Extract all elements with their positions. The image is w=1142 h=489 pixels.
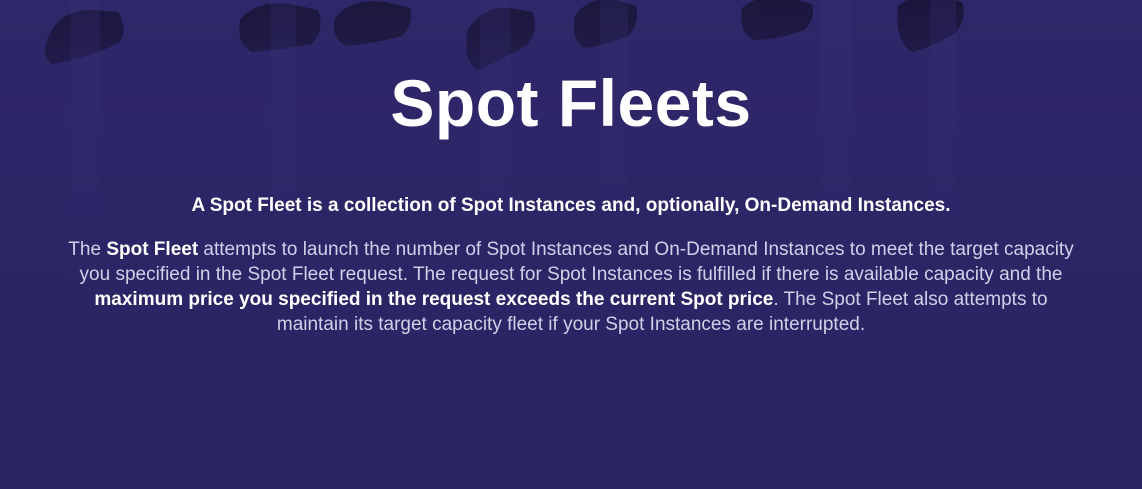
slide-paragraph: The Spot Fleet attempts to launch the nu… <box>60 237 1082 337</box>
paragraph-emphasis: maximum price you specified in the reque… <box>94 289 774 310</box>
slide-content: Spot Fleets A Spot Fleet is a collection… <box>0 0 1142 489</box>
slide-subtitle: A Spot Fleet is a collection of Spot Ins… <box>191 195 951 216</box>
slide-title: Spot Fleets <box>390 66 752 140</box>
paragraph-text: The <box>68 239 107 260</box>
paragraph-emphasis: Spot Fleet <box>106 239 199 260</box>
paragraph-text: attempts to launch the number of Spot In… <box>79 239 1074 285</box>
